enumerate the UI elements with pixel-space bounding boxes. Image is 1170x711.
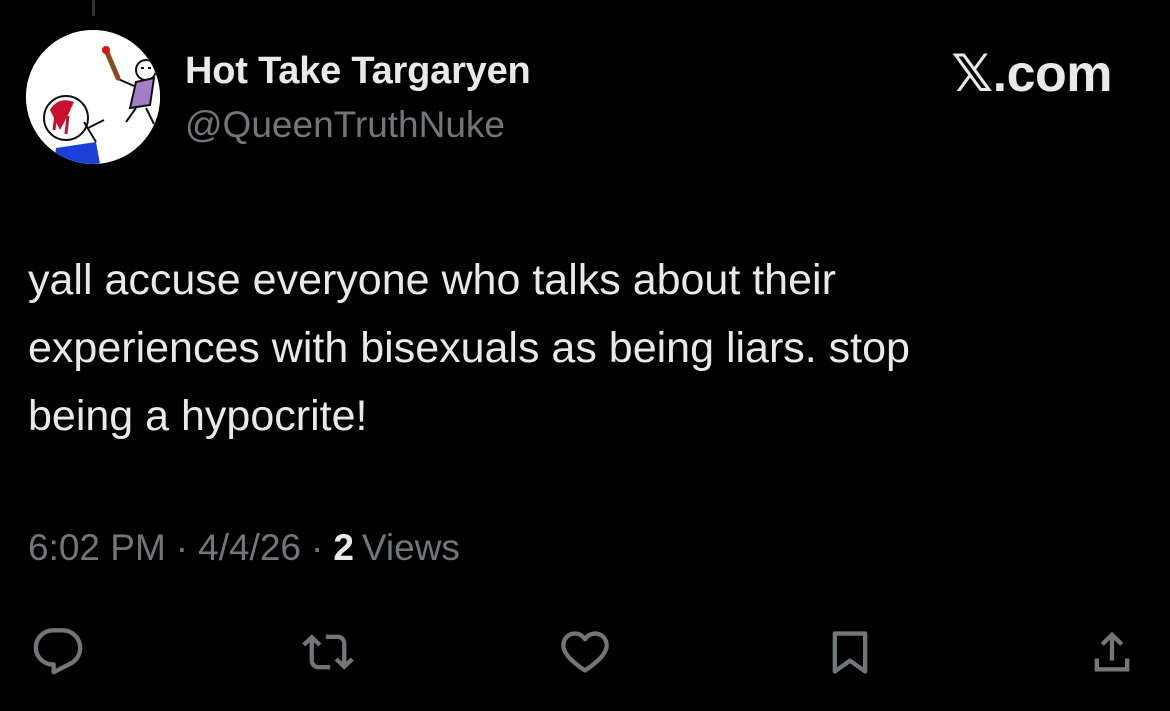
views-count: 2 bbox=[333, 527, 354, 568]
like-icon bbox=[561, 631, 609, 673]
views-label: Views bbox=[361, 527, 460, 568]
meta-separator: · bbox=[175, 527, 189, 568]
author-handle[interactable]: @QueenTruthNuke bbox=[185, 104, 505, 146]
thread-connector-line bbox=[92, 0, 95, 16]
author-display-name[interactable]: Hot Take Targaryen bbox=[185, 50, 531, 93]
avatar-drawing bbox=[26, 30, 160, 164]
tweet-metadata: 6:02 PM · 4/4/26 · 2 Views bbox=[28, 527, 460, 569]
share-button[interactable] bbox=[1082, 622, 1142, 682]
tweet-time[interactable]: 6:02 PM bbox=[28, 527, 166, 568]
like-button[interactable] bbox=[555, 622, 615, 682]
share-icon bbox=[1094, 631, 1130, 672]
tweet-date[interactable]: 4/4/26 bbox=[198, 527, 301, 568]
bookmark-button[interactable] bbox=[820, 622, 880, 682]
avatar[interactable] bbox=[26, 30, 160, 164]
reply-icon bbox=[33, 628, 83, 675]
x-brand-logo: 𝕏.com bbox=[951, 45, 1112, 103]
meta-separator: · bbox=[311, 527, 324, 568]
retweet-icon bbox=[302, 634, 354, 670]
bookmark-icon bbox=[832, 631, 868, 674]
tweet-actions-bar bbox=[0, 622, 1170, 682]
tweet-text: yall accuse everyone who talks about the… bbox=[28, 256, 910, 440]
retweet-button[interactable] bbox=[298, 622, 358, 682]
reply-button[interactable] bbox=[28, 622, 88, 682]
